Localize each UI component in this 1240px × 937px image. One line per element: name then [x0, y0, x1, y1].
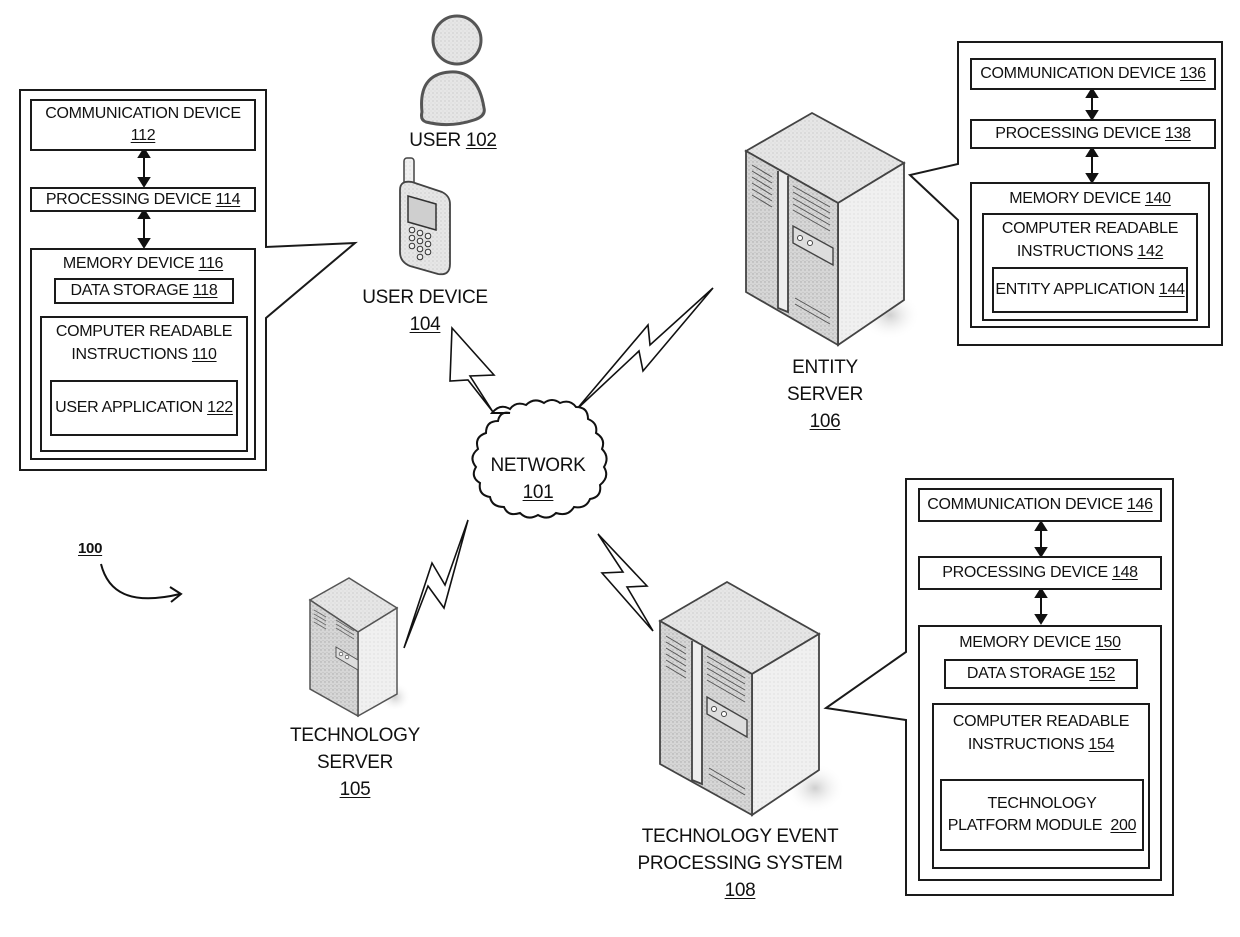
figure-reference: 100	[78, 540, 103, 557]
technology-platform-module-box: TECHNOLOGY PLATFORM MODULE 200	[940, 779, 1144, 851]
entity-processing-device-box: PROCESSING DEVICE 138	[970, 119, 1216, 149]
mobile-phone-icon	[399, 157, 451, 276]
processing-device-box: PROCESSING DEVICE 114	[30, 187, 256, 212]
user-person-icon	[420, 14, 486, 127]
entity-computer-readable-instructions-box: COMPUTER READABLE INSTRUCTIONS 142 ENTIT…	[982, 213, 1198, 321]
data-storage-box: DATA STORAGE 118	[54, 278, 234, 304]
tech-communication-device-box: COMMUNICATION DEVICE 146	[918, 488, 1162, 522]
tech-computer-readable-instructions-box: COMPUTER READABLE INSTRUCTIONS 154 TECHN…	[932, 703, 1150, 869]
wireless-link-user-device	[449, 325, 496, 413]
tech-data-storage-box: DATA STORAGE 152	[944, 659, 1138, 689]
tech-memory-device-box: MEMORY DEVICE 150 DATA STORAGE 152 COMPU…	[918, 625, 1162, 881]
figure-ref-arrow	[100, 563, 181, 600]
wireless-link-technology-server	[403, 519, 469, 649]
tech-event-system-label: TECHNOLOGY EVENT PROCESSING SYSTEM 108	[637, 826, 843, 901]
entity-memory-device-box: MEMORY DEVICE 140 COMPUTER READABLE INST…	[970, 182, 1210, 328]
tech-processing-device-box: PROCESSING DEVICE 148	[918, 556, 1162, 590]
user-application-box: USER APPLICATION 122	[50, 380, 238, 436]
wireless-link-entity-server	[575, 287, 714, 411]
computer-readable-instructions-box: COMPUTER READABLE INSTRUCTIONS 110 USER …	[40, 316, 248, 452]
memory-device-box: MEMORY DEVICE 116 DATA STORAGE 118 COMPU…	[30, 248, 256, 460]
user-label: USER 102	[409, 130, 497, 151]
technology-server-label: TECHNOLOGY SERVER 105	[289, 725, 421, 800]
wireless-link-tech-system	[597, 533, 654, 632]
network-label: NETWORK 101	[490, 455, 586, 503]
entity-communication-device-box: COMMUNICATION DEVICE 136	[970, 58, 1216, 90]
tech-event-system-icon	[658, 580, 845, 817]
user-device-label: USER DEVICE 104	[362, 287, 488, 335]
entity-application-box: ENTITY APPLICATION 144	[992, 267, 1188, 313]
communication-device-box: COMMUNICATION DEVICE 112	[30, 99, 256, 151]
technology-server-icon	[308, 577, 411, 718]
entity-server-icon	[744, 111, 920, 347]
entity-server-label: ENTITY SERVER 106	[787, 357, 863, 432]
